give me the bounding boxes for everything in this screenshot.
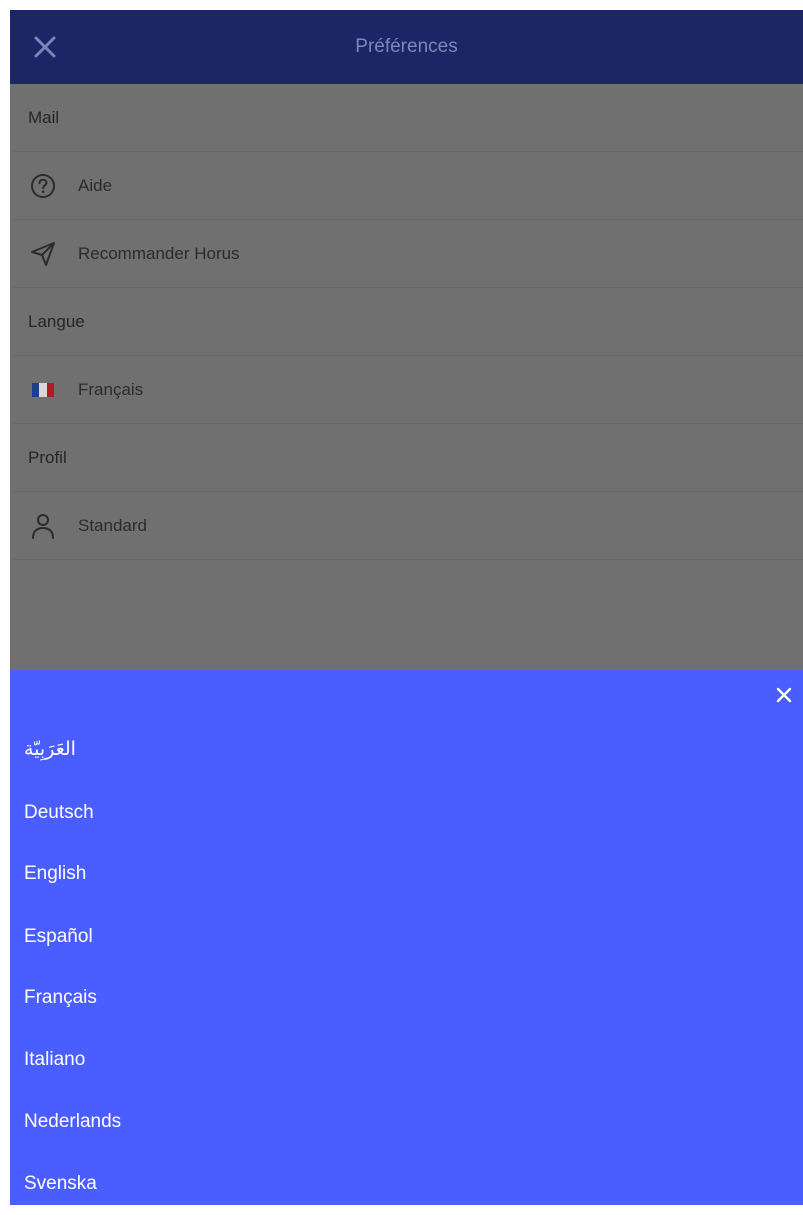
- preferences-screen: Préférences Mail Aide Recommander Horus …: [10, 10, 803, 1205]
- section-header-label: Profil: [28, 447, 67, 467]
- preferences-list: Mail Aide Recommander Horus Langue Franç…: [10, 84, 803, 560]
- profile-item[interactable]: Standard: [10, 492, 803, 560]
- language-picker-sheet: العَرَبِيّة Deutsch English Español Fran…: [10, 670, 803, 1205]
- section-header-label: Mail: [28, 107, 60, 127]
- language-option-french[interactable]: Français: [24, 986, 97, 1010]
- section-header-label: Langue: [28, 311, 85, 331]
- close-icon[interactable]: [773, 684, 795, 706]
- french-flag-icon: [28, 375, 58, 405]
- language-option-spanish[interactable]: Español: [24, 925, 93, 949]
- language-option-arabic[interactable]: العَرَبِيّة: [24, 738, 76, 762]
- language-option-italian[interactable]: Italiano: [24, 1048, 85, 1072]
- app-bar: Préférences: [10, 10, 803, 84]
- language-item[interactable]: Français: [10, 356, 803, 424]
- section-header-mail: Mail: [10, 84, 803, 152]
- help-label: Aide: [78, 175, 113, 195]
- language-label: Français: [78, 379, 144, 399]
- language-option-english[interactable]: English: [24, 862, 86, 886]
- language-option-german[interactable]: Deutsch: [24, 801, 94, 825]
- user-icon: [28, 511, 58, 541]
- language-option-swedish[interactable]: Svenska: [24, 1172, 97, 1196]
- help-icon: [28, 171, 58, 201]
- page-title: Préférences: [355, 36, 458, 57]
- language-option-dutch[interactable]: Nederlands: [24, 1110, 121, 1134]
- section-header-profile: Profil: [10, 424, 803, 492]
- help-item[interactable]: Aide: [10, 152, 803, 220]
- profile-label: Standard: [78, 515, 147, 535]
- recommend-label: Recommander Horus: [78, 243, 240, 263]
- section-header-language: Langue: [10, 288, 803, 356]
- send-icon: [28, 239, 58, 269]
- recommend-item[interactable]: Recommander Horus: [10, 220, 803, 288]
